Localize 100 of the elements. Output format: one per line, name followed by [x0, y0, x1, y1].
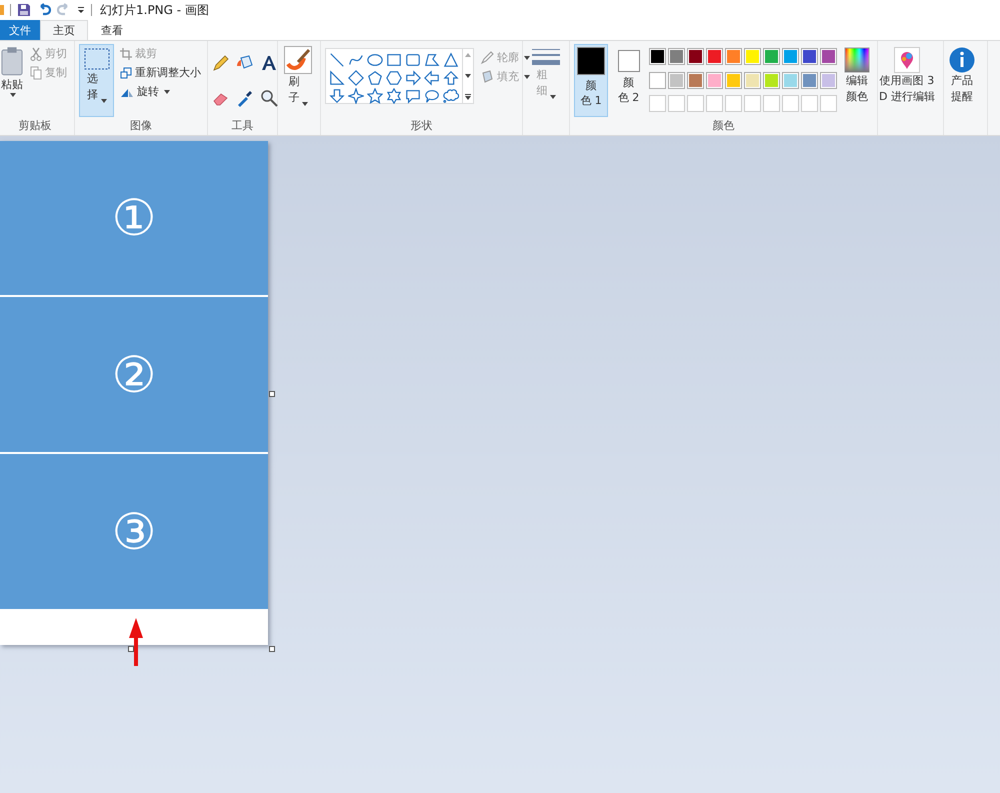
ribbon-tab[interactable]: 查看	[88, 20, 136, 40]
shape-icon[interactable]	[386, 70, 402, 86]
crop-icon	[120, 48, 132, 60]
empty-color-swatch[interactable]	[763, 95, 780, 112]
color-slot-button[interactable]: 颜色 2	[612, 44, 645, 117]
caret-icon	[100, 99, 107, 103]
group-label: 图像	[129, 118, 153, 134]
color-swatch[interactable]	[687, 48, 704, 65]
resize-handle[interactable]	[269, 391, 275, 397]
empty-color-swatch[interactable]	[668, 95, 685, 112]
color-swatch[interactable]	[706, 48, 723, 65]
empty-color-swatch[interactable]	[820, 95, 837, 112]
selection-icon	[82, 47, 110, 71]
scroll-down-icon[interactable]	[465, 74, 471, 78]
slide-number: ③	[112, 502, 156, 560]
shape-icon[interactable]	[405, 88, 421, 104]
shape-icon[interactable]	[348, 88, 364, 104]
color-spectrum-icon	[844, 47, 870, 73]
group-label: 工具	[230, 118, 254, 134]
edit-colors-button[interactable]: 编辑颜色	[841, 44, 873, 117]
shape-icon[interactable]	[424, 70, 440, 86]
shape-icon[interactable]	[405, 52, 421, 68]
file-menu-tab[interactable]: 文件	[0, 20, 40, 40]
resize-icon	[120, 66, 132, 78]
caret-icon	[302, 102, 308, 106]
caret-icon	[524, 74, 530, 78]
color-swatch[interactable]	[763, 72, 780, 89]
info-icon	[949, 47, 975, 73]
product-alert-button[interactable]: 产品提醒	[948, 44, 976, 117]
shape-icon[interactable]	[367, 88, 383, 104]
shape-icon[interactable]	[348, 70, 364, 86]
empty-color-swatch[interactable]	[744, 95, 761, 112]
color-swatch[interactable]	[763, 48, 780, 65]
color-swatch[interactable]	[801, 48, 818, 65]
empty-color-swatch[interactable]	[782, 95, 799, 112]
undo-icon[interactable]	[37, 3, 51, 17]
slide-number: ①	[112, 189, 156, 247]
color-swatch[interactable]	[744, 72, 761, 89]
shape-icon[interactable]	[329, 52, 345, 68]
color-swatch[interactable]	[725, 48, 742, 65]
empty-color-swatch[interactable]	[706, 95, 723, 112]
color-swatch[interactable]	[782, 72, 799, 89]
resize-handle[interactable]	[128, 646, 134, 652]
empty-color-swatch[interactable]	[649, 95, 666, 112]
ribbon-tab[interactable]: 主页	[40, 20, 88, 40]
empty-color-swatch[interactable]	[801, 95, 818, 112]
paint-3d-button[interactable]: 使用画图 3 D 进行编辑	[878, 44, 936, 117]
line-width-icon	[532, 47, 560, 67]
color-swatch[interactable]	[725, 72, 742, 89]
color-swatch[interactable]	[687, 72, 704, 89]
empty-color-swatch[interactable]	[687, 95, 704, 112]
color-picker-icon[interactable]	[236, 88, 254, 106]
shape-icon[interactable]	[424, 88, 440, 104]
empty-color-swatch[interactable]	[725, 95, 742, 112]
resize-button[interactable]: 重新调整大小	[118, 64, 203, 81]
color-swatch[interactable]	[706, 72, 723, 89]
copy-icon	[30, 66, 42, 80]
shape-icon[interactable]	[443, 88, 459, 104]
scissors-icon	[30, 46, 42, 60]
color-swatch[interactable]	[744, 48, 761, 65]
text-tool-icon[interactable]	[260, 54, 278, 72]
color-slot-button[interactable]: 颜色 1	[574, 44, 608, 117]
select-button[interactable]: 选择	[79, 44, 114, 117]
redo-icon	[57, 3, 71, 17]
brushes-button[interactable]: 刷子	[282, 44, 314, 117]
shape-icon[interactable]	[386, 88, 402, 104]
rotate-button[interactable]: 旋转	[118, 83, 203, 100]
shape-icon[interactable]	[329, 88, 345, 104]
shape-icon[interactable]	[367, 70, 383, 86]
expand-gallery-icon[interactable]	[465, 94, 471, 100]
caret-icon	[524, 56, 530, 60]
color-swatch[interactable]	[649, 72, 666, 89]
window-title: 幻灯片1.PNG - 画图	[100, 2, 209, 18]
group-label: 剪贴板	[18, 118, 52, 134]
shape-icon[interactable]	[443, 52, 459, 68]
color-swatch[interactable]	[649, 48, 666, 65]
color-swatch[interactable]	[820, 72, 837, 89]
group-label: 形状	[410, 118, 434, 134]
color-swatch[interactable]	[801, 72, 818, 89]
pencil-icon[interactable]	[212, 54, 230, 72]
shape-icon[interactable]	[386, 52, 402, 68]
shape-icon[interactable]	[405, 70, 421, 86]
caret-icon	[10, 93, 16, 97]
shape-icon[interactable]	[443, 70, 459, 86]
caret-icon	[164, 90, 170, 94]
shape-icon[interactable]	[367, 52, 383, 68]
magnifier-icon[interactable]	[260, 88, 278, 106]
resize-handle[interactable]	[269, 646, 275, 652]
color-swatch[interactable]	[668, 48, 685, 65]
save-icon[interactable]	[17, 3, 31, 17]
shape-icon[interactable]	[424, 52, 440, 68]
color-swatch[interactable]	[782, 48, 799, 65]
customize-dropdown-icon[interactable]	[77, 6, 85, 14]
paint-drop-icon	[894, 47, 920, 73]
paste-button[interactable]: 粘贴	[0, 44, 24, 117]
color-swatch[interactable]	[820, 48, 837, 65]
slide-number: ②	[112, 346, 156, 404]
color-swatch[interactable]	[668, 72, 685, 89]
shape-icon[interactable]	[329, 70, 345, 86]
pen-icon	[480, 50, 494, 64]
